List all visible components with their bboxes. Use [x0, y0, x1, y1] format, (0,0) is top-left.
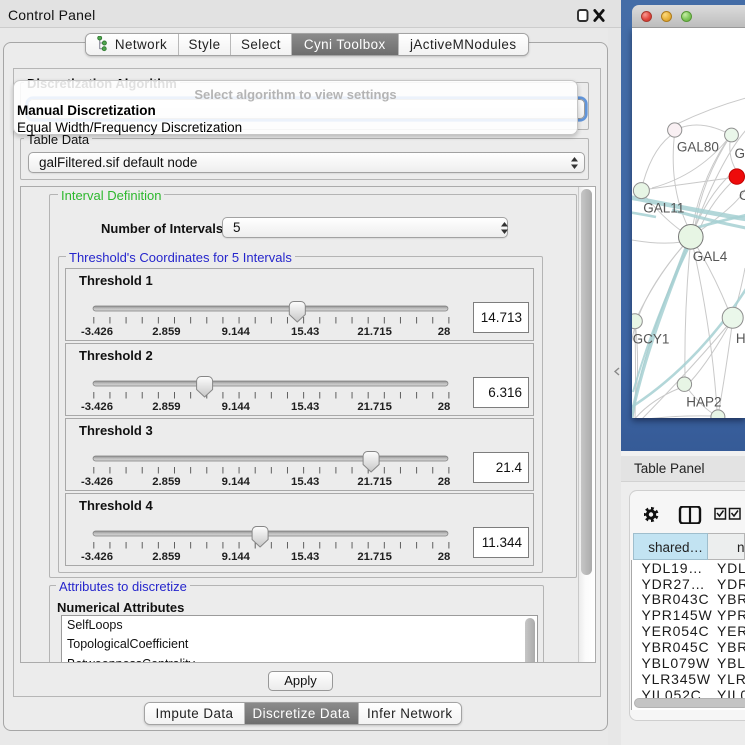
svg-text:-3.426: -3.426 — [81, 476, 113, 488]
svg-text:21.715: 21.715 — [357, 551, 392, 563]
svg-text:15.43: 15.43 — [291, 326, 319, 338]
svg-text:2.859: 2.859 — [152, 551, 180, 563]
svg-text:9.144: 9.144 — [222, 326, 251, 338]
svg-text:GAL4: GAL4 — [693, 249, 728, 264]
svg-text:9.144: 9.144 — [222, 401, 251, 413]
svg-text:GAL80: GAL80 — [677, 140, 719, 155]
svg-text:2.859: 2.859 — [152, 326, 180, 338]
svg-text:C: C — [739, 188, 745, 203]
svg-text:2.859: 2.859 — [152, 476, 180, 488]
svg-text:15.43: 15.43 — [291, 551, 319, 563]
svg-text:-3.426: -3.426 — [81, 326, 113, 338]
svg-text:28: 28 — [438, 401, 451, 413]
svg-text:9.144: 9.144 — [222, 551, 251, 563]
svg-text:9.144: 9.144 — [222, 476, 251, 488]
svg-text:28: 28 — [438, 326, 451, 338]
svg-text:21.715: 21.715 — [357, 401, 392, 413]
svg-text:GCY1: GCY1 — [633, 332, 670, 347]
svg-text:GAL11: GAL11 — [643, 200, 684, 215]
svg-text:HIS: HIS — [736, 331, 745, 346]
svg-text:15.43: 15.43 — [291, 476, 319, 488]
svg-text:28: 28 — [438, 551, 451, 563]
svg-text:HAP2: HAP2 — [686, 395, 721, 410]
svg-text:21.715: 21.715 — [357, 476, 392, 488]
svg-text:-3.426: -3.426 — [81, 401, 113, 413]
svg-text:GA: GA — [735, 146, 745, 161]
svg-text:28: 28 — [438, 476, 451, 488]
svg-text:15.43: 15.43 — [291, 401, 319, 413]
svg-text:21.715: 21.715 — [357, 326, 392, 338]
svg-text:-3.426: -3.426 — [81, 551, 113, 563]
svg-text:2.859: 2.859 — [152, 401, 180, 413]
